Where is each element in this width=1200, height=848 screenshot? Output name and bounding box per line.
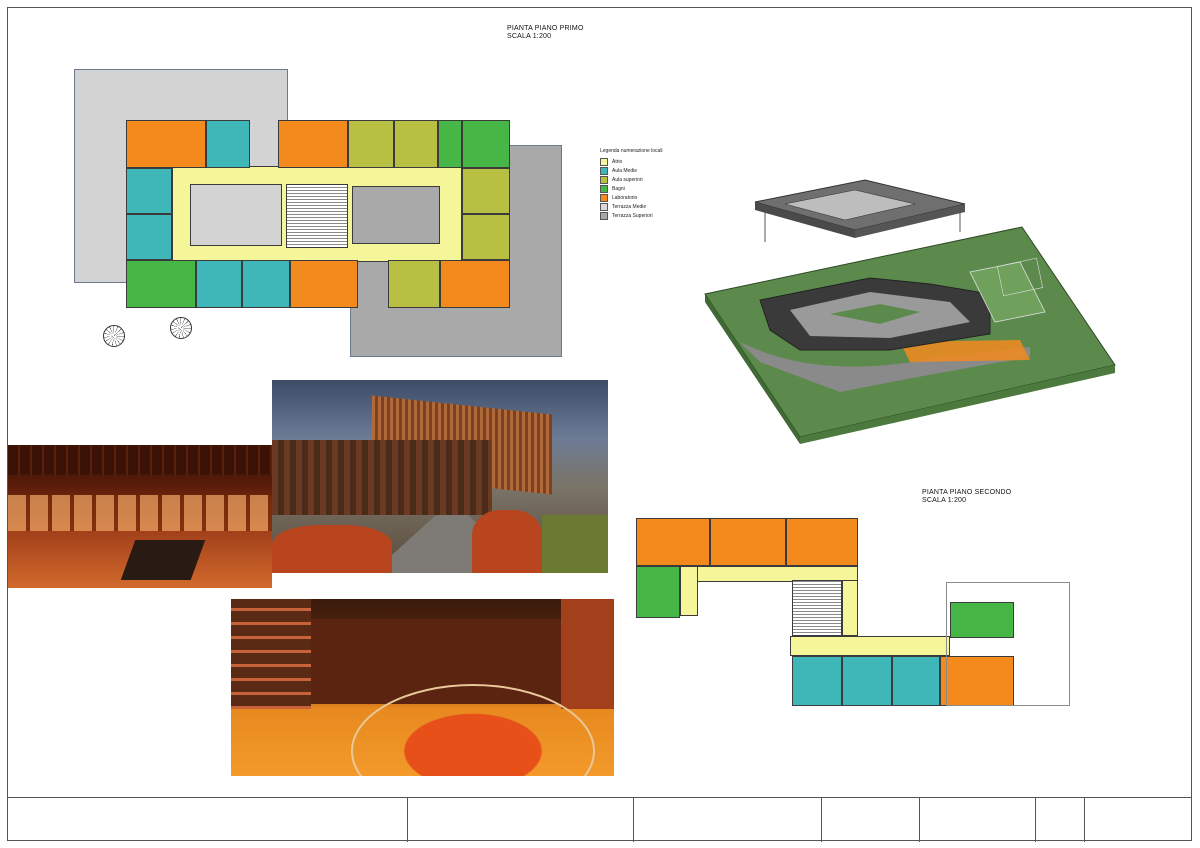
room-bagni xyxy=(126,260,196,308)
legend-item: Laboratorio xyxy=(600,193,663,202)
room-bagni xyxy=(636,566,680,618)
rendering-window-band xyxy=(8,495,272,531)
dimension-frame xyxy=(946,582,1070,706)
legend-label: Terrazza Superiori xyxy=(612,212,653,219)
rendering-gym-brick-wall xyxy=(561,599,614,709)
legend-label: Aula superiori xyxy=(612,176,643,183)
tree-symbol xyxy=(170,317,192,339)
room-aula-medie xyxy=(792,656,842,706)
atrio-corridor xyxy=(842,580,858,636)
plan-second-floor-title: PIANTA PIANO SECONDO SCALA 1:200 xyxy=(922,489,1011,505)
room-aula-superiori xyxy=(348,120,394,168)
room-lab xyxy=(440,260,510,308)
legend-swatch xyxy=(600,202,608,211)
plan-second-floor-scale: SCALA 1:200 xyxy=(922,497,967,504)
stairwell xyxy=(286,184,348,248)
legend-item: Aula superiori xyxy=(600,175,663,184)
title-block xyxy=(7,797,1192,842)
room-legend: Legenda numerazione locali Atrio Aula Me… xyxy=(600,148,663,220)
room-aula-superiori xyxy=(394,120,438,168)
legend-item: Terrazza Superiori xyxy=(600,211,663,220)
room-lab xyxy=(786,518,858,566)
rendering-counter xyxy=(120,540,206,580)
courtyard-right xyxy=(352,186,440,244)
rendering-facade-lower xyxy=(272,440,492,515)
plan-second-floor-name: PIANTA PIANO SECONDO xyxy=(922,489,1012,496)
stairwell xyxy=(792,580,842,636)
legend-item: Terrazza Medie xyxy=(600,202,663,211)
atrio-corridor xyxy=(790,636,950,656)
legend-label: Aula Medie xyxy=(612,167,638,174)
tree-symbol xyxy=(103,325,125,347)
legend-label: Laboratorio xyxy=(612,194,638,201)
legend-swatch xyxy=(600,166,608,175)
legend-swatch xyxy=(600,157,608,166)
room-lab xyxy=(290,260,358,308)
room-aula-medie xyxy=(842,656,892,706)
rendering-hedge xyxy=(472,510,542,573)
room-lab xyxy=(710,518,786,566)
axonometric-site-model xyxy=(704,226,1116,444)
room-aula-medie xyxy=(892,656,940,706)
room-aula-medie xyxy=(126,168,172,214)
room-bagni xyxy=(438,120,462,168)
room-aula-superiori xyxy=(462,214,510,260)
rendering-interior-hall xyxy=(8,445,272,588)
rendering-gym-wall xyxy=(231,599,311,709)
rendering-ceiling xyxy=(8,445,272,475)
rendering-exterior-facade xyxy=(272,380,608,573)
legend-swatch xyxy=(600,175,608,184)
room-aula-medie xyxy=(242,260,290,308)
plan-first-floor-name: PIANTA PIANO PRIMO xyxy=(507,25,584,32)
plan-first-floor-scale: SCALA 1:200 xyxy=(507,33,552,40)
legend-label: Bagni xyxy=(612,185,625,192)
courtyard-left xyxy=(190,184,282,246)
legend-item: Aula Medie xyxy=(600,166,663,175)
room-aula-superiori xyxy=(462,168,510,214)
room-aula-superiori xyxy=(388,260,440,308)
rendering-lawn xyxy=(542,515,608,573)
legend-swatch xyxy=(600,211,608,220)
legend-item: Bagni xyxy=(600,184,663,193)
legend-item: Atrio xyxy=(600,157,663,166)
room-aula-superiori xyxy=(462,120,510,168)
rendering-hedge xyxy=(272,525,392,573)
room-lab xyxy=(636,518,710,566)
legend-swatch xyxy=(600,184,608,193)
room-aula-medie xyxy=(206,120,250,168)
title-block-cell xyxy=(821,798,822,842)
room-aula-medie xyxy=(126,214,172,260)
title-block-cell xyxy=(633,798,634,842)
room-aula-medie xyxy=(196,260,242,308)
title-block-cell xyxy=(407,798,408,842)
legend-swatch xyxy=(600,193,608,202)
title-block-cell xyxy=(919,798,920,842)
atrio-corridor xyxy=(680,566,698,616)
title-block-cell xyxy=(1035,798,1036,842)
rendering-gymnasium xyxy=(231,599,614,776)
title-block-cell xyxy=(1084,798,1085,842)
room-lab xyxy=(278,120,348,168)
room-lab xyxy=(126,120,206,168)
legend-title: Legenda numerazione locali xyxy=(600,148,663,154)
legend-label: Atrio xyxy=(612,158,623,165)
plan-first-floor-title: PIANTA PIANO PRIMO SCALA 1:200 xyxy=(507,25,584,41)
legend-label: Terrazza Medie xyxy=(612,203,647,210)
